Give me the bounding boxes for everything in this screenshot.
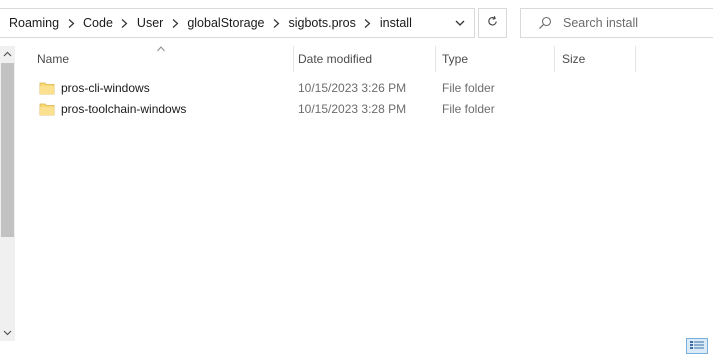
breadcrumb-item-user[interactable]: User (134, 16, 166, 30)
address-bar-row: Roaming Code User globalStorage sigbots.… (0, 0, 713, 46)
chevron-right-icon[interactable] (269, 16, 283, 30)
address-bar[interactable]: Roaming Code User globalStorage sigbots.… (0, 8, 475, 38)
column-header-type-label: Type (442, 52, 469, 66)
date-modified-cell: 10/15/2023 3:26 PM (298, 80, 407, 95)
breadcrumb-item-globalstorage[interactable]: globalStorage (184, 16, 267, 30)
column-divider[interactable] (435, 46, 436, 72)
chevron-right-icon[interactable] (64, 16, 78, 30)
search-icon (537, 15, 553, 31)
column-header-size[interactable]: Size (562, 46, 632, 72)
column-header-date-modified[interactable]: Date modified (298, 46, 438, 72)
list-item[interactable]: pros-toolchain-windows 10/15/2023 3:28 P… (15, 98, 713, 119)
file-list: pros-cli-windows 10/15/2023 3:26 PM File… (15, 77, 713, 119)
type-cell: File folder (442, 80, 495, 95)
chevron-right-icon[interactable] (361, 16, 375, 30)
breadcrumb-item-roaming[interactable]: Roaming (6, 16, 62, 30)
column-divider[interactable] (293, 46, 294, 72)
type-cell: File folder (442, 101, 495, 116)
chevron-down-icon[interactable] (454, 17, 466, 29)
column-header-size-label: Size (562, 52, 586, 66)
column-divider[interactable] (635, 46, 636, 72)
details-view-button[interactable] (686, 338, 708, 354)
details-view-icon (689, 339, 705, 353)
refresh-icon (486, 15, 499, 31)
column-header-name[interactable]: Name (37, 46, 295, 72)
column-headers: Name Date modified Type Size (15, 46, 713, 72)
search-input[interactable] (563, 16, 703, 30)
column-divider[interactable] (554, 46, 555, 72)
column-header-date-label: Date modified (298, 52, 373, 66)
breadcrumb-item-code[interactable]: Code (80, 16, 116, 30)
column-header-type[interactable]: Type (442, 46, 552, 72)
folder-icon (39, 102, 55, 116)
vertical-scrollbar[interactable] (0, 46, 15, 341)
breadcrumb-item-install[interactable]: install (377, 16, 415, 30)
chevron-right-icon[interactable] (118, 16, 132, 30)
column-header-name-label: Name (37, 52, 70, 66)
scroll-down-arrow-icon[interactable] (0, 325, 15, 341)
name-cell: pros-cli-windows (39, 77, 150, 98)
scrollbar-thumb[interactable] (1, 63, 14, 237)
refresh-button[interactable] (478, 8, 507, 38)
list-item[interactable]: pros-cli-windows 10/15/2023 3:26 PM File… (15, 77, 713, 98)
date-modified-cell: 10/15/2023 3:28 PM (298, 101, 407, 116)
file-name: pros-cli-windows (61, 80, 150, 95)
search-box[interactable] (520, 8, 713, 38)
scroll-up-arrow-icon[interactable] (0, 46, 15, 62)
chevron-right-icon[interactable] (168, 16, 182, 30)
breadcrumb-item-sigbots-pros[interactable]: sigbots.pros (285, 16, 358, 30)
breadcrumb: Roaming Code User globalStorage sigbots.… (6, 16, 415, 30)
folder-icon (39, 81, 55, 95)
name-cell: pros-toolchain-windows (39, 98, 186, 119)
file-name: pros-toolchain-windows (61, 101, 187, 116)
